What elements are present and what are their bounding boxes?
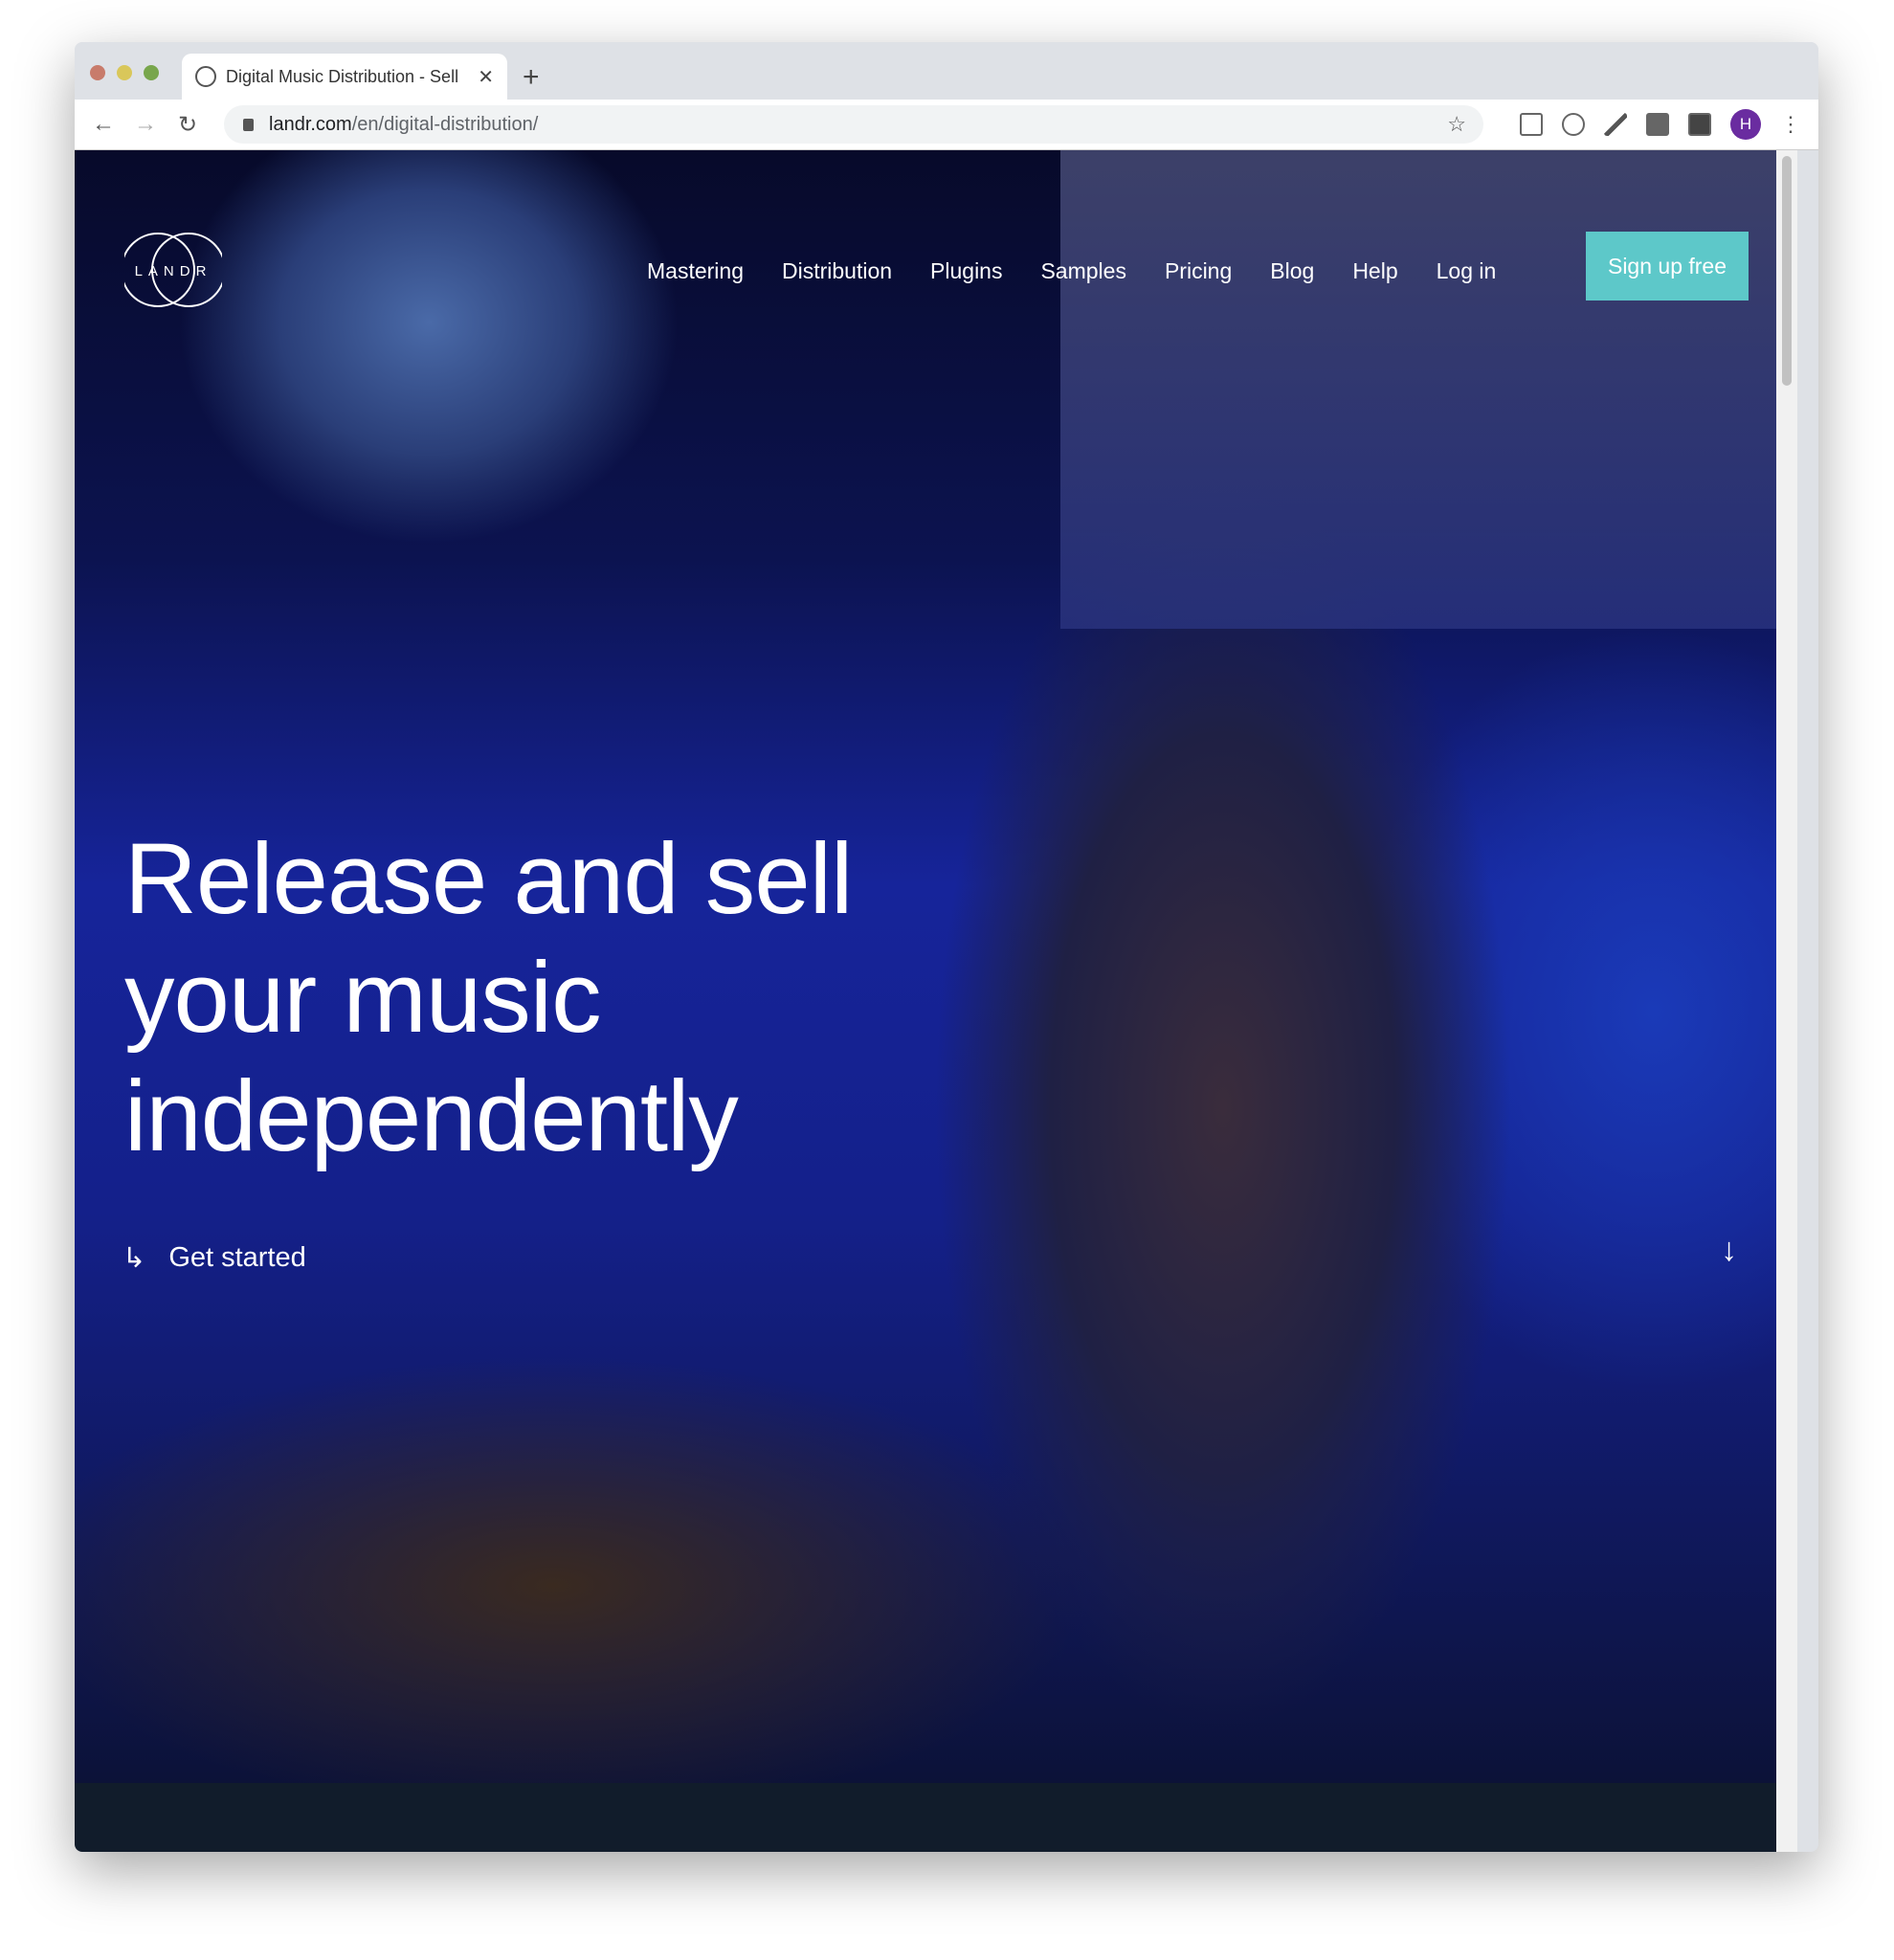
tab-bar: Digital Music Distribution - Sell ✕ + xyxy=(75,42,1818,100)
get-started-link[interactable]: ↳ Get started xyxy=(123,1241,306,1275)
svg-text:LANDR: LANDR xyxy=(135,263,212,279)
hero-headline: Release and sell your music independentl… xyxy=(124,823,853,1172)
new-tab-icon[interactable]: + xyxy=(523,61,540,94)
browser-tab[interactable]: Digital Music Distribution - Sell ✕ xyxy=(182,54,507,100)
lock-icon xyxy=(243,118,254,131)
extension-icon[interactable] xyxy=(1520,113,1543,136)
menu-dots-icon[interactable]: ⋮ xyxy=(1780,112,1801,137)
tab-title: Digital Music Distribution - Sell xyxy=(226,66,459,86)
forward-icon[interactable]: → xyxy=(124,111,167,138)
extension-icon[interactable] xyxy=(1562,113,1585,136)
address-bar[interactable]: landr.com/en/digital-distribution/ ☆ xyxy=(224,105,1483,144)
extension-icon[interactable] xyxy=(1646,113,1669,136)
reload-icon[interactable]: ↻ xyxy=(167,111,209,139)
close-window-button[interactable] xyxy=(90,65,105,80)
main-nav: Mastering Distribution Plugins Samples P… xyxy=(647,258,1496,284)
get-started-label: Get started xyxy=(168,1242,306,1273)
nav-help[interactable]: Help xyxy=(1352,258,1397,284)
eyedropper-extension-icon[interactable] xyxy=(1604,113,1627,136)
scrollbar-thumb[interactable] xyxy=(1782,156,1792,386)
scrollbar[interactable] xyxy=(1776,150,1797,1852)
browser-toolbar: ← → ↻ landr.com/en/digital-distribution/… xyxy=(75,100,1818,150)
bookmark-star-icon[interactable]: ☆ xyxy=(1447,112,1466,137)
scroll-down-arrow-icon[interactable]: ↓ xyxy=(1721,1232,1737,1269)
browser-window: Digital Music Distribution - Sell ✕ + ← … xyxy=(75,42,1818,1852)
next-section xyxy=(75,1783,1797,1852)
nav-samples[interactable]: Samples xyxy=(1040,258,1125,284)
page-content: LANDR Mastering Distribution Plugins Sam… xyxy=(75,150,1797,1852)
maximize-window-button[interactable] xyxy=(144,65,159,80)
nav-blog[interactable]: Blog xyxy=(1270,258,1314,284)
landr-logo[interactable]: LANDR xyxy=(124,231,222,309)
url-path: /en/digital-distribution/ xyxy=(351,113,539,135)
nav-plugins[interactable]: Plugins xyxy=(930,258,1002,284)
nav-pricing[interactable]: Pricing xyxy=(1165,258,1232,284)
back-icon[interactable]: ← xyxy=(82,111,124,138)
signup-button[interactable]: Sign up free xyxy=(1586,232,1749,301)
m-extension-icon[interactable] xyxy=(1688,113,1711,136)
arrow-right-icon: ↳ xyxy=(123,1243,146,1274)
profile-avatar[interactable]: H xyxy=(1730,109,1761,140)
favicon-icon xyxy=(195,66,216,87)
nav-mastering[interactable]: Mastering xyxy=(647,258,744,284)
close-tab-icon[interactable]: ✕ xyxy=(478,65,494,89)
minimize-window-button[interactable] xyxy=(117,65,132,80)
nav-distribution[interactable]: Distribution xyxy=(782,258,892,284)
nav-login[interactable]: Log in xyxy=(1437,258,1497,284)
url-host: landr.com xyxy=(269,113,352,135)
